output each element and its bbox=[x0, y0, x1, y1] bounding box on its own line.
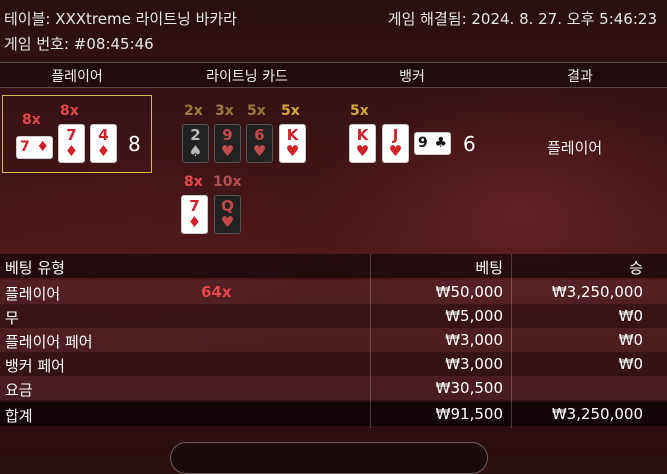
bet-type: 요금 bbox=[5, 381, 33, 399]
lightning-card-active: 7 ♦ bbox=[181, 195, 208, 234]
column-result: 결과 bbox=[567, 69, 593, 85]
player-card-third: 7 ♦ bbox=[16, 136, 53, 159]
table-row: 요금 ₩30,500 bbox=[0, 376, 667, 400]
bet-type: 플레이어 페어 bbox=[5, 333, 93, 351]
game-id: 게임 번호: #08:45:46 bbox=[4, 35, 154, 53]
game-info-header: 테이블: XXXtreme 라이트닝 바카라 게임 번호: #08:45:46 … bbox=[0, 0, 667, 60]
heart-icon: ♥ bbox=[285, 142, 300, 160]
lightning-card: 9 ♥ bbox=[214, 124, 241, 163]
table-row: 플레이어 64x ₩50,000 ₩3,250,000 bbox=[0, 280, 667, 304]
bet-type: 무 bbox=[5, 309, 19, 327]
header-bet: 베팅 bbox=[475, 259, 503, 277]
bet-amount: ₩3,000 bbox=[445, 331, 503, 349]
diamond-icon: ♦ bbox=[96, 142, 111, 160]
lightning-multiplier: 5x bbox=[247, 103, 266, 119]
card-rank: 7 bbox=[20, 139, 30, 155]
bet-type: 뱅커 페어 bbox=[5, 357, 65, 375]
column-divider bbox=[511, 254, 512, 428]
heart-icon: ♥ bbox=[355, 142, 370, 160]
lightning-card: 2 ♠ bbox=[182, 124, 209, 163]
player-score: 8 bbox=[128, 132, 141, 156]
lightning-card-active: K ♥ bbox=[279, 124, 306, 163]
column-header-bar: 플레이어 라이트닝 카드 뱅커 결과 bbox=[0, 62, 667, 88]
lightning-multiplier: 5x bbox=[281, 103, 300, 119]
heart-icon: ♥ bbox=[252, 142, 267, 160]
player-card-multiplier: 8x bbox=[22, 112, 41, 128]
lightning-multiplier: 8x bbox=[184, 174, 203, 190]
win-amount: ₩0 bbox=[618, 331, 643, 349]
lightning-card: Q ♥ bbox=[214, 195, 241, 234]
bet-amount: ₩5,000 bbox=[445, 307, 503, 325]
bet-amount: ₩50,000 bbox=[435, 283, 503, 301]
heart-icon: ♥ bbox=[220, 142, 235, 160]
diamond-icon: ♦ bbox=[187, 213, 202, 231]
win-amount: ₩0 bbox=[618, 307, 643, 325]
banker-card: J ♥ bbox=[382, 124, 409, 163]
card-rank: 9 bbox=[418, 135, 428, 151]
lightning-multiplier: 2x bbox=[184, 103, 203, 119]
column-lightning-cards: 라이트닝 카드 bbox=[206, 69, 288, 85]
heart-icon: ♥ bbox=[388, 142, 403, 160]
win-amount: ₩0 bbox=[618, 355, 643, 373]
column-banker: 뱅커 bbox=[399, 69, 425, 85]
column-divider bbox=[370, 254, 371, 428]
table-row: 무 ₩5,000 ₩0 bbox=[0, 304, 667, 328]
total-label: 합계 bbox=[5, 407, 33, 425]
resolved-time: 게임 해결됨: 2024. 8. 27. 오후 5:46:23 bbox=[387, 10, 657, 28]
table-name: 테이블: XXXtreme 라이트닝 바카라 bbox=[4, 10, 237, 28]
banker-card-third: 9 ♣ bbox=[414, 132, 451, 155]
banker-card-multiplier: 5x bbox=[350, 103, 369, 119]
table-row: 플레이어 페어 ₩3,000 ₩0 bbox=[0, 328, 667, 352]
table-row: 뱅커 페어 ₩3,000 ₩0 bbox=[0, 352, 667, 376]
heart-icon: ♥ bbox=[220, 213, 235, 231]
banker-card: K ♥ bbox=[349, 124, 376, 163]
header-bet-type: 베팅 유형 bbox=[5, 259, 65, 277]
game-result: 플레이어 bbox=[547, 139, 603, 157]
banker-score: 6 bbox=[463, 132, 476, 156]
total-bet: ₩91,500 bbox=[435, 405, 503, 423]
lightning-multiplier: 3x bbox=[215, 103, 234, 119]
table-header-row: 베팅 유형 베팅 승 bbox=[0, 254, 667, 278]
lightning-card: 6 ♥ bbox=[246, 124, 273, 163]
diamond-icon: ♦ bbox=[64, 142, 79, 160]
spade-icon: ♠ bbox=[188, 142, 203, 160]
bet-amount: ₩30,500 bbox=[435, 379, 503, 397]
bet-type: 플레이어 bbox=[5, 285, 61, 303]
bet-amount: ₩3,000 bbox=[445, 355, 503, 373]
total-win: ₩3,250,000 bbox=[551, 405, 643, 423]
bottom-pill-button[interactable] bbox=[170, 442, 488, 474]
player-card: 7 ♦ bbox=[58, 124, 85, 163]
bet-multiplier: 64x bbox=[201, 283, 232, 301]
diamond-icon: ♦ bbox=[36, 139, 49, 155]
header-win: 승 bbox=[629, 259, 643, 277]
table-total-row: 합계 ₩91,500 ₩3,250,000 bbox=[0, 402, 667, 426]
win-amount: ₩3,250,000 bbox=[551, 283, 643, 301]
club-icon: ♣ bbox=[434, 135, 447, 151]
player-card: 4 ♦ bbox=[90, 124, 117, 163]
player-card-multiplier: 8x bbox=[60, 103, 79, 119]
lightning-multiplier: 10x bbox=[213, 174, 242, 190]
column-player: 플레이어 bbox=[51, 69, 103, 85]
